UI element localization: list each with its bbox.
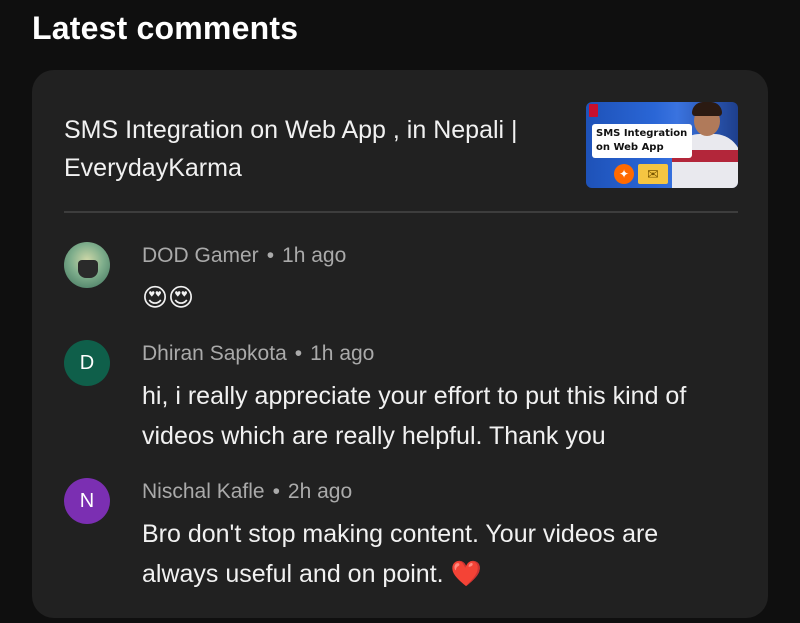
comment-text: Bro don't stop making content. Your vide… bbox=[142, 520, 659, 588]
flag-icon bbox=[589, 104, 598, 117]
avatar[interactable]: D bbox=[64, 340, 110, 386]
gas-mask-icon bbox=[78, 260, 98, 278]
thumbnail-person-hair bbox=[692, 102, 722, 116]
comment-time: 1h ago bbox=[310, 342, 375, 365]
comment-meta: DOD Gamer • 1h ago bbox=[142, 242, 346, 270]
comment-text: 😍😍 bbox=[142, 284, 195, 312]
comment-author[interactable]: DOD Gamer bbox=[142, 244, 259, 267]
comment-time: 2h ago bbox=[287, 480, 353, 503]
comment-meta: Nischal Kafle • 2h ago bbox=[142, 478, 352, 506]
separator-dot: • bbox=[272, 480, 280, 503]
avatar[interactable]: N bbox=[64, 478, 110, 524]
video-title[interactable]: SMS Integration on Web App , in Nepali |… bbox=[64, 111, 564, 187]
separator-dot: • bbox=[266, 244, 275, 267]
firefox-icon: ✦ bbox=[614, 164, 634, 184]
section-title: Latest comments bbox=[32, 10, 299, 46]
comments-card: SMS Integration on Web App , in Nepali |… bbox=[32, 70, 768, 618]
comment-author[interactable]: Nischal Kafle bbox=[142, 480, 265, 503]
video-thumbnail[interactable]: SMS Integration on Web App ✦ ✉ bbox=[586, 102, 738, 188]
divider bbox=[64, 211, 738, 213]
video-row[interactable]: SMS Integration on Web App , in Nepali |… bbox=[64, 102, 738, 190]
comment-author[interactable]: Dhiran Sapkota bbox=[142, 342, 287, 365]
comment-meta: Dhiran Sapkota • 1h ago bbox=[142, 340, 374, 368]
comment-time: 1h ago bbox=[282, 244, 347, 267]
separator-dot: • bbox=[294, 342, 303, 365]
thumbnail-text: SMS Integration on Web App bbox=[592, 124, 692, 158]
envelope-icon: ✉ bbox=[638, 164, 668, 184]
avatar[interactable] bbox=[64, 242, 110, 288]
comment-text: hi, i really appreciate your effort to p… bbox=[142, 382, 687, 450]
